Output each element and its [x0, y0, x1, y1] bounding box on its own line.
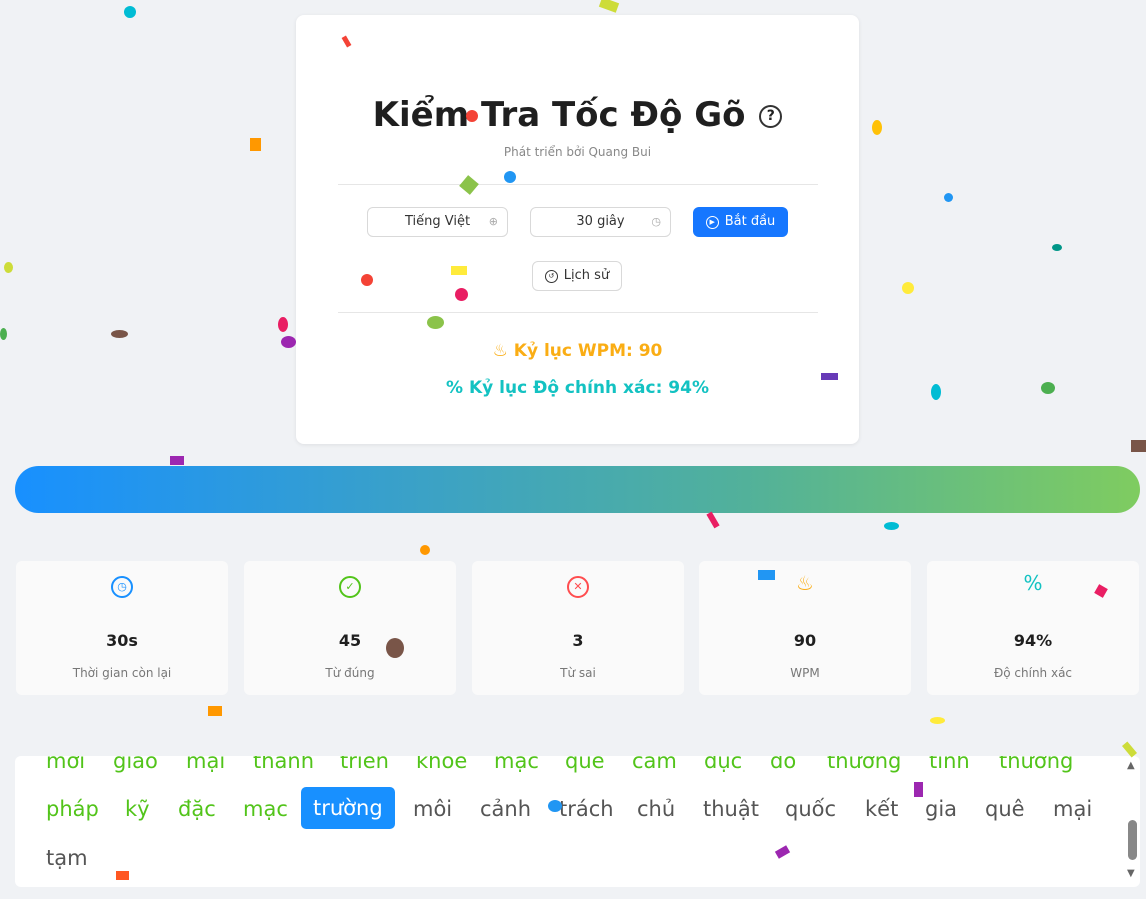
- word: kỹ: [125, 797, 150, 821]
- word: kết: [865, 797, 899, 821]
- word: quê: [985, 797, 1025, 821]
- page-title: Kiểm Tra Tốc Độ Gõ ?: [296, 95, 859, 135]
- word: thường: [827, 756, 902, 773]
- history-button-label: Lịch sử: [563, 268, 610, 283]
- record-wpm: ♨ Kỷ lục WPM: 90: [296, 341, 859, 361]
- stat-wrong-words: ✕ 3 Từ sai: [472, 561, 684, 695]
- scrollbar[interactable]: ▲ ▼: [1124, 756, 1140, 887]
- word: mạc: [243, 797, 288, 821]
- check-circle-icon: ✓: [244, 573, 456, 598]
- stat-value: 45: [338, 631, 362, 650]
- stat-accuracy: % 94% Độ chính xác: [927, 561, 1139, 695]
- fire-icon: ♨: [492, 341, 508, 361]
- language-value: Tiếng Việt: [404, 214, 471, 229]
- settings-card: Kiểm Tra Tốc Độ Gõ ? Phát triển bởi Quan…: [296, 15, 859, 444]
- start-button[interactable]: ▶ Bắt đầu: [693, 207, 788, 237]
- word: mại: [1053, 797, 1093, 821]
- scrollbar-thumb[interactable]: [1128, 820, 1137, 860]
- word: thuật: [703, 797, 759, 821]
- stat-label: Từ sai: [560, 666, 596, 680]
- stat-wpm: ♨ 90 WPM: [699, 561, 911, 695]
- divider: [338, 312, 818, 313]
- progress-bar: [15, 466, 1140, 513]
- word: tạm: [46, 846, 88, 870]
- stat-label: Độ chính xác: [993, 666, 1073, 680]
- word: cảm: [632, 756, 677, 773]
- stat-value: 30s: [106, 631, 138, 650]
- stat-value: 3: [572, 631, 584, 650]
- word: thành: [253, 756, 315, 773]
- word: pháp: [46, 797, 99, 821]
- word: mới: [46, 756, 86, 773]
- word: đặc: [178, 797, 216, 821]
- stat-value: 90: [793, 631, 817, 650]
- word: tình: [929, 756, 970, 773]
- record-accuracy: % Kỷ lục Độ chính xác: 94%: [296, 378, 859, 398]
- divider: [338, 184, 818, 185]
- language-select[interactable]: Tiếng Việt ⊕: [367, 207, 508, 237]
- record-wpm-text: Kỷ lục WPM: 90: [513, 341, 663, 361]
- history-button[interactable]: ↺ Lịch sử: [532, 261, 622, 291]
- word: cảnh: [480, 797, 532, 821]
- percent-icon: %: [1023, 571, 1043, 595]
- word: quê: [565, 756, 605, 773]
- question-circle-icon[interactable]: ?: [759, 105, 783, 128]
- scroll-up-icon[interactable]: ▲: [1127, 760, 1135, 771]
- stat-label: WPM: [790, 666, 820, 680]
- word: khỏe: [416, 756, 468, 773]
- word: giao: [113, 756, 158, 773]
- word: trách: [559, 797, 614, 821]
- stat-label: Từ đúng: [325, 666, 375, 680]
- fire-icon: ♨: [796, 571, 814, 595]
- word: mại: [186, 756, 226, 773]
- current-word: trường: [301, 787, 395, 829]
- stat-correct-words: ✓ 45 Từ đúng: [244, 561, 456, 695]
- globe-icon: ⊕: [488, 215, 498, 228]
- start-button-label: Bắt đầu: [724, 214, 776, 229]
- stat-value: 94%: [1013, 631, 1053, 650]
- word: gia: [925, 797, 958, 821]
- duration-value: 30 giây: [576, 214, 625, 229]
- subtitle: Phát triển bởi Quang Bui: [503, 145, 652, 159]
- clock-icon: ◷: [651, 215, 661, 228]
- clock-icon: ◷: [16, 573, 228, 598]
- play-circle-icon: ▶: [705, 216, 719, 229]
- word: dục: [704, 756, 743, 773]
- word-list[interactable]: mới giao mại thành triển khỏe mạc quê cả…: [15, 756, 1140, 887]
- history-icon: ↺: [544, 270, 558, 283]
- word: môi: [413, 797, 453, 821]
- close-circle-icon: ✕: [472, 573, 684, 598]
- word: chủ: [637, 797, 676, 821]
- stat-time-left: ◷ 30s Thời gian còn lại: [16, 561, 228, 695]
- scroll-down-icon[interactable]: ▼: [1127, 868, 1135, 879]
- page-title-text: Kiểm Tra Tốc Độ Gõ: [372, 95, 746, 135]
- percent-icon: %: [446, 378, 464, 398]
- word: đó: [770, 756, 797, 773]
- duration-select[interactable]: 30 giây ◷: [530, 207, 671, 237]
- word: thương: [999, 756, 1074, 773]
- record-accuracy-text: Kỷ lục Độ chính xác: 94%: [468, 378, 709, 398]
- stat-label: Thời gian còn lại: [72, 666, 172, 680]
- word: mạc: [494, 756, 539, 773]
- word: triển: [340, 756, 389, 773]
- word: quốc: [785, 797, 837, 821]
